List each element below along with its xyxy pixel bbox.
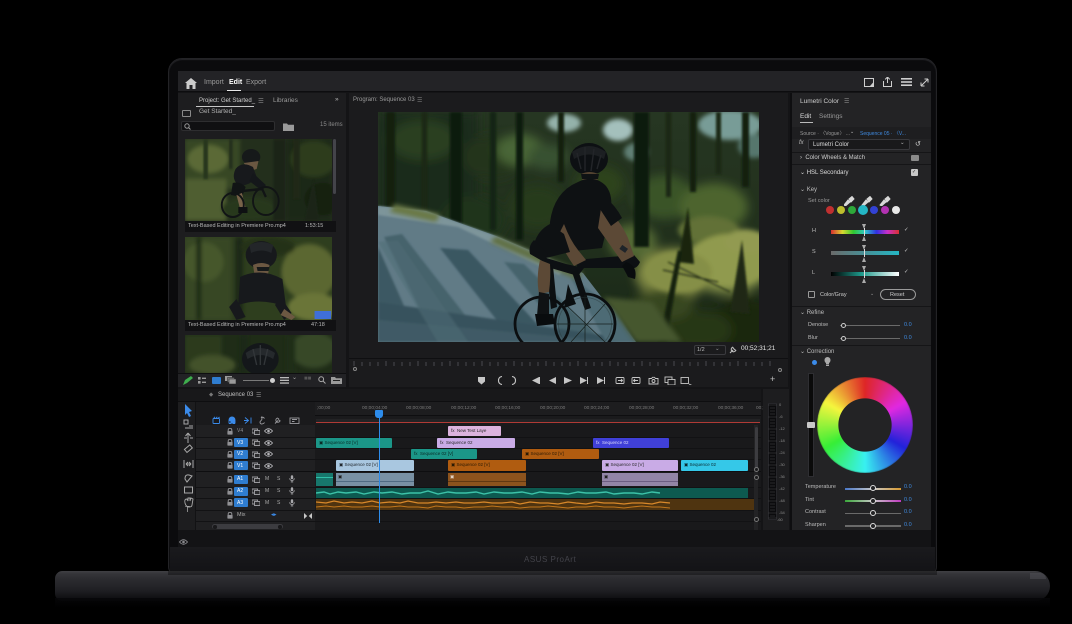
svg-text:T: T	[185, 505, 190, 514]
